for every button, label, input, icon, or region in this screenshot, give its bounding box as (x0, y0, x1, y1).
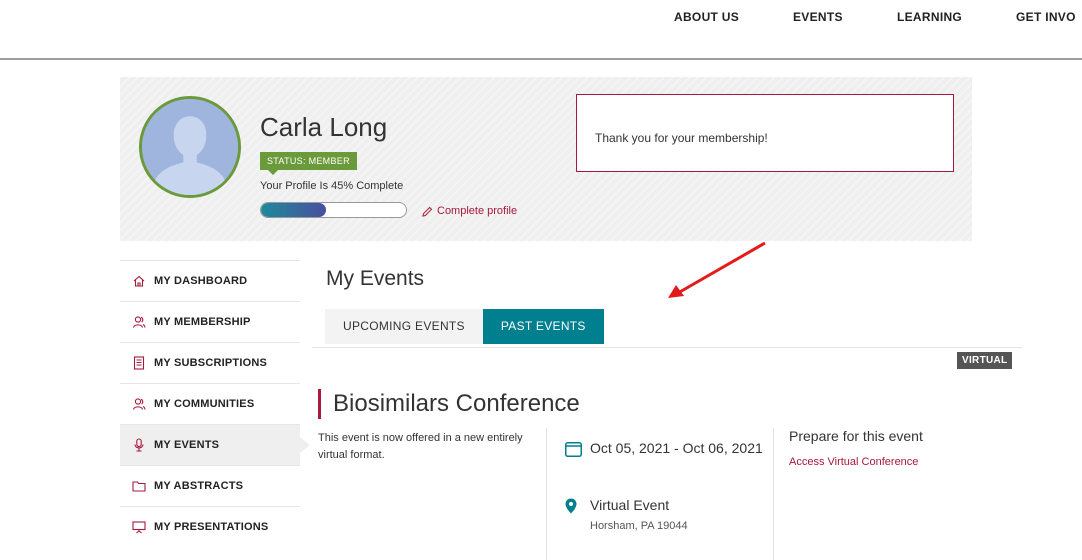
nav-events[interactable]: EVENTS (793, 10, 843, 24)
presentation-icon (132, 520, 146, 534)
home-icon (132, 274, 146, 288)
nav-divider (0, 58, 1082, 60)
sidebar-item-abstracts[interactable]: MY ABSTRACTS (120, 465, 300, 506)
prepare-heading: Prepare for this event (789, 428, 923, 444)
membership-notice-text: Thank you for your membership! (595, 131, 768, 145)
tab-upcoming-events[interactable]: UPCOMING EVENTS (325, 309, 483, 344)
sidebar-item-events[interactable]: MY EVENTS (120, 424, 310, 465)
profile-name: Carla Long (260, 112, 388, 142)
event-tabs: UPCOMING EVENTS PAST EVENTS (325, 309, 604, 345)
sidebar-item-label: MY SUBSCRIPTIONS (154, 357, 268, 369)
avatar (139, 96, 241, 198)
sidebar-item-subscriptions[interactable]: MY SUBSCRIPTIONS (120, 342, 300, 383)
event-location: Virtual Event Horsham, PA 19044 (565, 497, 688, 532)
user-silhouette-icon (142, 99, 238, 195)
status-badge: STATUS: MEMBER (260, 152, 357, 175)
tabs-divider (312, 347, 1022, 348)
page-title: My Events (326, 267, 425, 290)
nav-get-involved[interactable]: GET INVO (1016, 10, 1076, 24)
community-icon (132, 397, 146, 411)
document-icon (132, 356, 146, 370)
profile-progress-fill (261, 203, 327, 217)
sidebar-item-presentations[interactable]: MY PRESENTATIONS (120, 506, 300, 547)
sidebar-item-dashboard[interactable]: MY DASHBOARD (120, 260, 300, 301)
sidebar-item-label: MY MEMBERSHIP (154, 316, 251, 328)
membership-notice: Thank you for your membership! (576, 94, 954, 172)
profile-panel: Carla Long STATUS: MEMBER Your Profile I… (120, 77, 972, 241)
tab-past-events[interactable]: PAST EVENTS (482, 309, 604, 344)
pencil-icon (422, 206, 433, 217)
event-description: This event is now offered in a new entir… (318, 432, 523, 461)
column-divider (773, 428, 774, 560)
complete-profile-link[interactable]: Complete profile (422, 205, 517, 217)
profile-completion-text: Your Profile Is 45% Complete (260, 180, 404, 192)
event-location-address: Horsham, PA 19044 (590, 520, 688, 532)
sidebar-item-label: MY DASHBOARD (154, 275, 248, 287)
microphone-icon (132, 438, 146, 452)
access-virtual-conference-link[interactable]: Access Virtual Conference (789, 456, 918, 468)
sidebar-item-label: MY COMMUNITIES (154, 398, 255, 410)
top-navigation: ABOUT US EVENTS LEARNING GET INVO (0, 0, 1082, 58)
event-dates: Oct 05, 2021 - Oct 06, 2021 (565, 440, 765, 457)
column-divider (546, 428, 547, 560)
calendar-icon (565, 442, 582, 457)
profile-progress-bar (260, 202, 407, 218)
sidebar: MY DASHBOARD MY MEMBERSHIP MY SUBSCRIPTI… (120, 260, 310, 547)
sidebar-item-label: MY ABSTRACTS (154, 480, 244, 492)
sidebar-item-communities[interactable]: MY COMMUNITIES (120, 383, 300, 424)
sidebar-item-label: MY EVENTS (154, 439, 220, 451)
annotation-arrow-icon (668, 241, 766, 298)
complete-profile-label: Complete profile (437, 205, 518, 217)
virtual-badge: VIRTUAL (957, 352, 1013, 369)
sidebar-item-membership[interactable]: MY MEMBERSHIP (120, 301, 300, 342)
event-title: Biosimilars Conference (318, 389, 580, 419)
sidebar-item-label: MY PRESENTATIONS (154, 521, 269, 533)
location-pin-icon (565, 498, 577, 514)
members-icon (132, 315, 146, 329)
event-location-name: Virtual Event (590, 497, 670, 513)
event-dates-text: Oct 05, 2021 - Oct 06, 2021 (590, 440, 763, 456)
nav-about-us[interactable]: ABOUT US (674, 10, 739, 24)
nav-learning[interactable]: LEARNING (897, 10, 962, 24)
folder-icon (132, 479, 146, 493)
